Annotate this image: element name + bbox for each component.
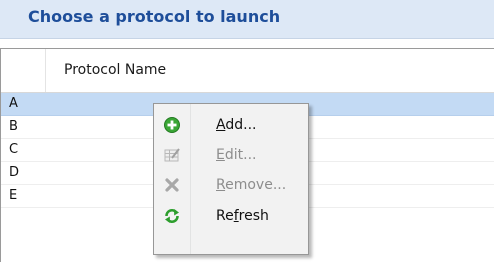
refresh-icon	[164, 208, 180, 224]
remove-icon	[164, 177, 180, 193]
edit-icon	[164, 147, 180, 163]
row-label: B	[9, 119, 18, 134]
title-bar: Choose a protocol to launch	[0, 0, 494, 39]
menu-item-label: Refresh	[216, 208, 269, 224]
grid-column-header-row: Protocol Name	[1, 49, 494, 93]
column-header-protocol-name[interactable]: Protocol Name	[64, 62, 166, 78]
row-label: E	[9, 188, 18, 203]
context-menu: Add... Edit... Remove... Refresh	[153, 103, 309, 255]
row-header-corner	[1, 49, 46, 92]
menu-item-edit[interactable]: Edit...	[156, 141, 306, 169]
row-label: A	[9, 96, 18, 111]
menu-item-label: Add...	[216, 117, 257, 133]
menu-item-remove[interactable]: Remove...	[156, 171, 306, 199]
menu-item-add[interactable]: Add...	[156, 111, 306, 139]
row-label: C	[9, 142, 19, 157]
menu-item-refresh[interactable]: Refresh	[156, 202, 306, 230]
menu-item-label: Remove...	[216, 177, 287, 193]
add-icon	[164, 117, 180, 133]
row-label: D	[9, 165, 20, 180]
menu-item-label: Edit...	[216, 147, 257, 163]
protocol-launch-window: Choose a protocol to launch Protocol Nam…	[0, 0, 494, 262]
page-title: Choose a protocol to launch	[28, 7, 281, 26]
